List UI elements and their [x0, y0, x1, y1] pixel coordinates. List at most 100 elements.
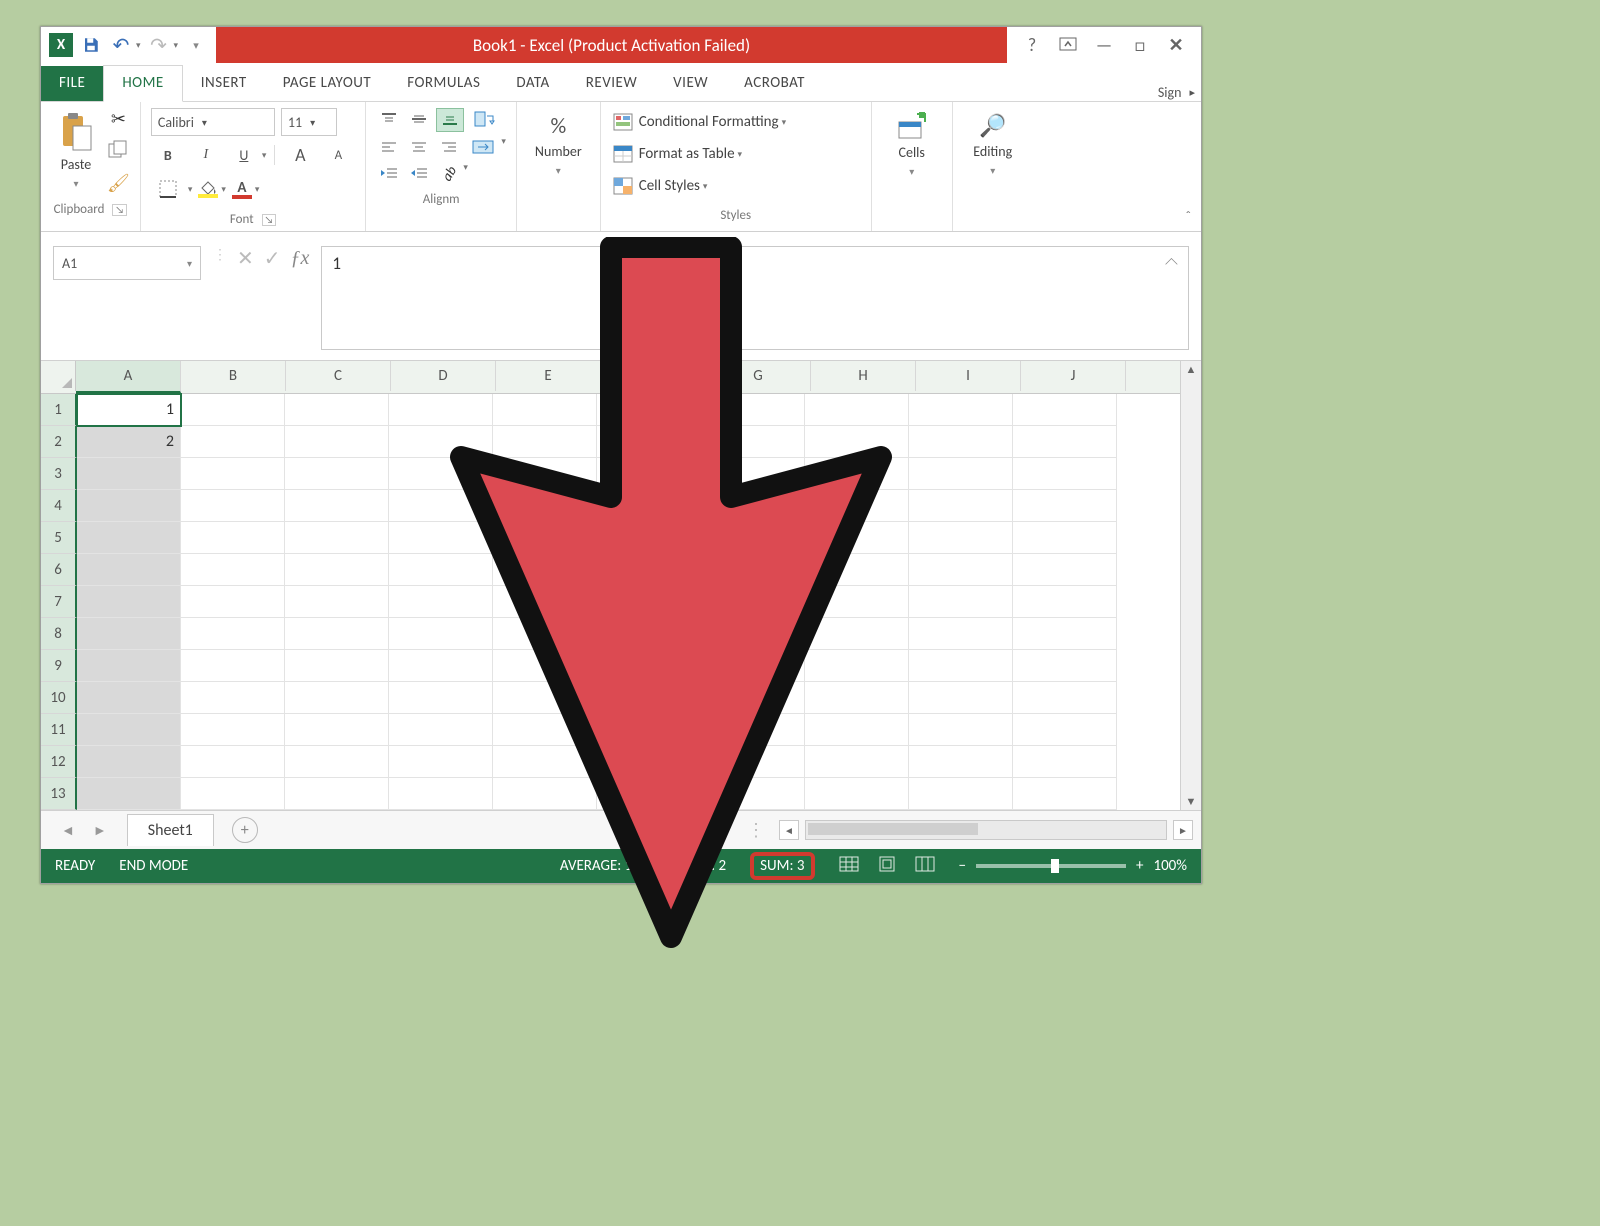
cell-i10[interactable] — [909, 682, 1013, 714]
cell-g7[interactable] — [701, 586, 805, 618]
zoom-out-button[interactable]: − — [959, 857, 966, 875]
cell-j1[interactable] — [1013, 394, 1117, 426]
minimize-icon[interactable]: — — [1093, 34, 1115, 56]
cell-f7[interactable] — [597, 586, 701, 618]
qat-customize-icon[interactable]: ▾ — [184, 33, 208, 57]
clipboard-launcher-icon[interactable]: ↘ — [112, 204, 127, 216]
column-header-a[interactable]: A — [76, 361, 181, 393]
cell-a7[interactable] — [77, 586, 181, 618]
redo-icon[interactable]: ↷ — [147, 33, 171, 57]
cell-b4[interactable] — [181, 490, 285, 522]
row-header[interactable]: 12 — [41, 746, 77, 778]
normal-view-icon[interactable] — [839, 856, 859, 877]
cell-e13[interactable] — [493, 778, 597, 810]
row-header[interactable]: 7 — [41, 586, 77, 618]
paste-button[interactable]: Paste ▾ — [51, 108, 101, 194]
row-header[interactable]: 10 — [41, 682, 77, 714]
row-header[interactable]: 1 — [41, 394, 77, 426]
cell-e4[interactable] — [493, 490, 597, 522]
font-launcher-icon[interactable]: ↘ — [262, 214, 277, 226]
cell-h5[interactable] — [805, 522, 909, 554]
cell-f4[interactable] — [597, 490, 701, 522]
cell-j8[interactable] — [1013, 618, 1117, 650]
cell-i8[interactable] — [909, 618, 1013, 650]
align-middle-button[interactable] — [406, 108, 432, 130]
column-header-d[interactable]: D — [391, 361, 496, 391]
row-header[interactable]: 9 — [41, 650, 77, 682]
merge-center-button[interactable] — [466, 136, 500, 158]
shrink-font-button[interactable]: A — [321, 140, 355, 170]
fill-color-button[interactable] — [198, 180, 218, 198]
borders-button[interactable] — [151, 174, 185, 204]
cell-j6[interactable] — [1013, 554, 1117, 586]
cell-f12[interactable] — [597, 746, 701, 778]
cell-c2[interactable] — [285, 426, 389, 458]
cell-j10[interactable] — [1013, 682, 1117, 714]
cell-a5[interactable] — [77, 522, 181, 554]
underline-button[interactable]: U — [227, 140, 261, 170]
cell-i3[interactable] — [909, 458, 1013, 490]
cell-d12[interactable] — [389, 746, 493, 778]
cell-c11[interactable] — [285, 714, 389, 746]
tab-split-handle[interactable]: ⋮ — [739, 819, 773, 841]
cancel-formula-icon[interactable]: ✕ — [237, 246, 254, 271]
cell-f8[interactable] — [597, 618, 701, 650]
cell-b10[interactable] — [181, 682, 285, 714]
cell-g4[interactable] — [701, 490, 805, 522]
conditional-formatting-button[interactable]: Conditional Formatting▾ — [611, 108, 861, 136]
sheet-tab-1[interactable]: Sheet1 — [127, 814, 214, 846]
column-header-c[interactable]: C — [286, 361, 391, 391]
tabs-scroll-icon[interactable]: ▸ — [1189, 86, 1195, 99]
page-break-view-icon[interactable] — [915, 856, 935, 877]
cell-g12[interactable] — [701, 746, 805, 778]
orientation-more-icon[interactable]: ▾ — [463, 162, 468, 184]
cell-c8[interactable] — [285, 618, 389, 650]
align-top-button[interactable] — [376, 108, 402, 130]
tab-insert[interactable]: INSERT — [183, 66, 265, 101]
cell-f6[interactable] — [597, 554, 701, 586]
cell-a3[interactable] — [77, 458, 181, 490]
cell-a1[interactable]: 1 — [77, 394, 181, 426]
cell-e5[interactable] — [493, 522, 597, 554]
tab-page-layout[interactable]: PAGE LAYOUT — [265, 66, 389, 101]
cell-c7[interactable] — [285, 586, 389, 618]
cell-i1[interactable] — [909, 394, 1013, 426]
cell-a10[interactable] — [77, 682, 181, 714]
cell-b8[interactable] — [181, 618, 285, 650]
cell-b11[interactable] — [181, 714, 285, 746]
zoom-slider[interactable] — [976, 864, 1126, 868]
cell-j12[interactable] — [1013, 746, 1117, 778]
cell-b1[interactable] — [181, 394, 285, 426]
cell-e1[interactable] — [493, 394, 597, 426]
align-left-button[interactable] — [376, 136, 402, 158]
row-header[interactable]: 2 — [41, 426, 77, 458]
cell-i7[interactable] — [909, 586, 1013, 618]
cell-f3[interactable] — [597, 458, 701, 490]
cell-d3[interactable] — [389, 458, 493, 490]
close-icon[interactable]: ✕ — [1165, 34, 1187, 56]
cell-b13[interactable] — [181, 778, 285, 810]
tab-file[interactable]: FILE — [41, 66, 103, 101]
cell-c5[interactable] — [285, 522, 389, 554]
cell-g10[interactable] — [701, 682, 805, 714]
cell-d2[interactable] — [389, 426, 493, 458]
bold-button[interactable]: B — [151, 140, 185, 170]
cell-d8[interactable] — [389, 618, 493, 650]
cell-h12[interactable] — [805, 746, 909, 778]
cells-button[interactable]: Cells ▾ — [882, 108, 942, 182]
column-header-f[interactable]: F — [601, 361, 706, 391]
font-color-button[interactable]: A — [232, 179, 252, 199]
hscroll-right-icon[interactable]: ► — [1173, 820, 1193, 840]
formula-bar[interactable]: 1 ⌵ — [321, 246, 1189, 350]
cell-j4[interactable] — [1013, 490, 1117, 522]
cell-j7[interactable] — [1013, 586, 1117, 618]
cell-i12[interactable] — [909, 746, 1013, 778]
cell-e8[interactable] — [493, 618, 597, 650]
align-center-button[interactable] — [406, 136, 432, 158]
cell-h6[interactable] — [805, 554, 909, 586]
cell-h8[interactable] — [805, 618, 909, 650]
font-size-select[interactable]: 11▾ — [281, 108, 337, 136]
cell-i9[interactable] — [909, 650, 1013, 682]
cell-i6[interactable] — [909, 554, 1013, 586]
sheet-nav-prev-icon[interactable]: ◄ — [61, 822, 75, 839]
